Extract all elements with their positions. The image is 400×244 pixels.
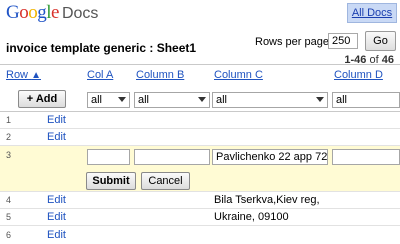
google-docs-logo: Google Docs [6,2,98,24]
filter-value: all [336,94,348,106]
logo-letter: e [51,2,59,23]
table-row-editing: 3 Submit Cancel [0,146,400,192]
cell-column-c: Bila Tserkva,Kiev reg, [214,194,320,206]
table-row: 5 Edit Ukraine, 09100 [0,209,400,226]
dropdown-arrow-icon [198,97,206,102]
filter-column-c-select[interactable]: all [212,92,328,108]
header-column-b[interactable]: Column B [136,69,184,81]
filter-column-d-select[interactable]: all [332,92,400,108]
table-row: 4 Edit Bila Tserkva,Kiev reg, [0,192,400,209]
filter-value: all [138,94,150,106]
header-column-c[interactable]: Column C [214,69,263,81]
row-number: 5 [6,212,12,222]
row-number: 4 [6,195,12,205]
edit-link[interactable]: Edit [47,229,66,241]
divider [0,64,400,65]
logo-letter: o [19,2,29,23]
header-column-d[interactable]: Column D [334,69,383,81]
all-docs-button[interactable]: All Docs [347,3,397,23]
header-row-sort[interactable]: Row ▲ [6,69,41,81]
filter-value: all [216,94,228,106]
sort-ascending-icon: ▲ [31,70,41,81]
go-button[interactable]: Go [365,31,396,51]
edit-link[interactable]: Edit [47,114,66,126]
edit-link[interactable]: Edit [47,211,66,223]
submit-button[interactable]: Submit [86,172,136,190]
row-number: 1 [6,115,12,125]
header-row-label[interactable]: Row [6,69,28,81]
logo-letter: G [6,2,20,23]
edit-column-c-input[interactable] [212,149,328,165]
cell-column-c: Ukraine, 09100 [214,211,289,223]
table-row: 1 Edit [0,112,400,129]
filter-value: all [91,94,103,106]
row-number: 6 [6,230,12,240]
row-number: 3 [6,150,12,160]
row-number: 2 [6,132,12,142]
filter-column-b-select[interactable]: all [134,92,210,108]
logo-letter: g [37,2,47,23]
edit-column-d-input[interactable] [332,149,400,165]
edit-col-a-input[interactable] [87,149,130,165]
edit-column-b-input[interactable] [134,149,210,165]
table-row: 2 Edit [0,129,400,146]
rows-per-page-input[interactable] [328,33,358,49]
dropdown-arrow-icon [118,97,126,102]
add-row-button[interactable]: + Add [18,90,66,108]
header-col-a[interactable]: Col A [87,69,113,81]
filter-col-a-select[interactable]: all [87,92,130,108]
edit-link[interactable]: Edit [47,194,66,206]
cancel-button[interactable]: Cancel [141,172,190,190]
dropdown-arrow-icon [316,97,324,102]
table-row: 6 Edit [0,226,400,244]
logo-product-name: Docs [61,5,99,22]
logo-letter: o [28,2,38,23]
rows-per-page-label: Rows per page: [255,36,333,48]
all-docs-link[interactable]: All Docs [352,7,392,19]
edit-link[interactable]: Edit [47,131,66,143]
sheet-title: invoice template generic : Sheet1 [6,41,197,55]
